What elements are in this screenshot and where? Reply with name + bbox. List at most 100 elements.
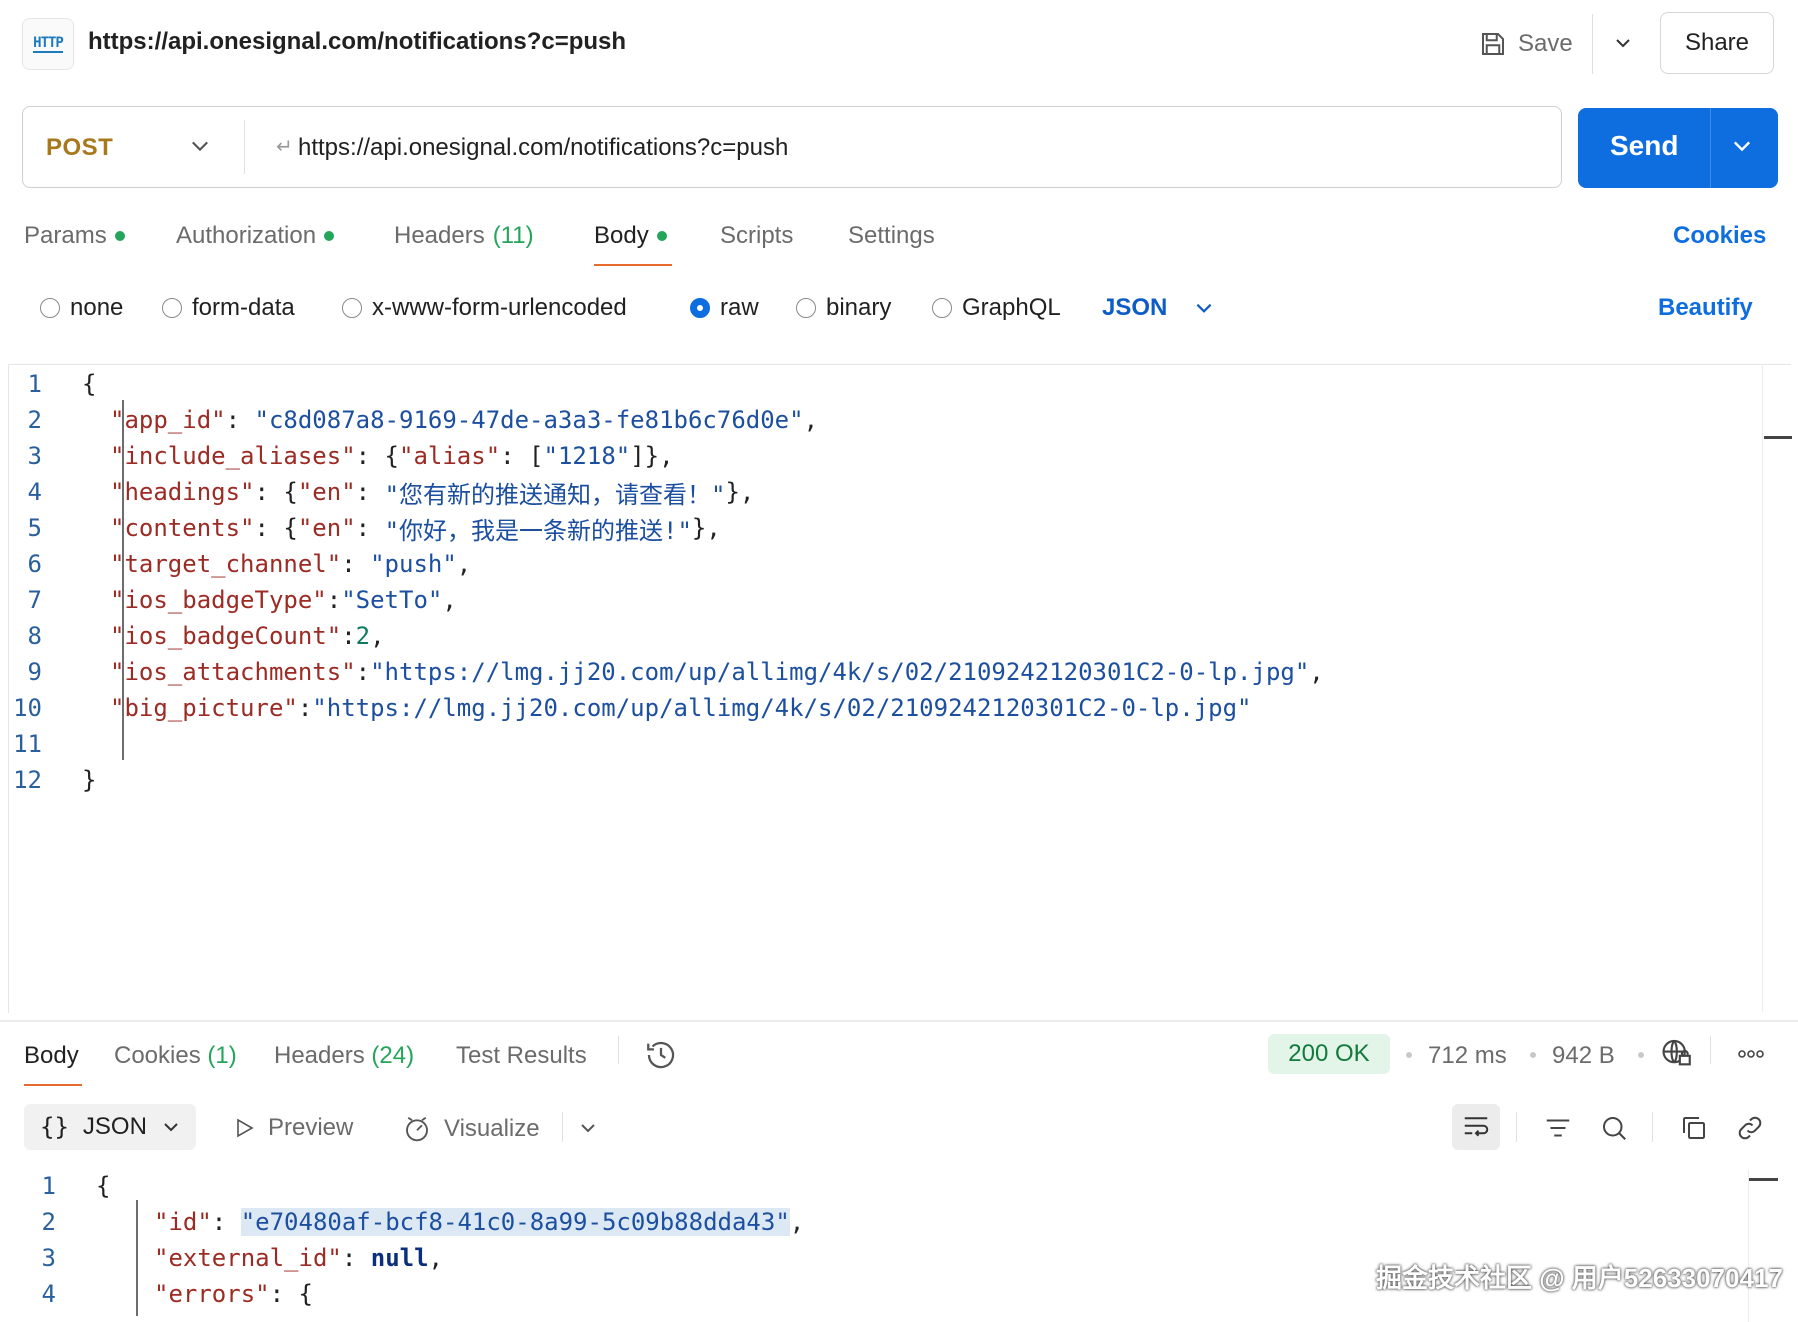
network-globe-lock-icon[interactable]: [1660, 1036, 1694, 1070]
meta-divider: [1710, 1036, 1711, 1064]
line-number: 6: [27, 550, 42, 578]
line-number: 7: [27, 586, 42, 614]
json-string: e70480af-bcf8-41c0-8a99-5c09b88dda43: [255, 1208, 776, 1236]
body-format-select[interactable]: JSON: [1102, 294, 1215, 322]
radio-circle: [796, 298, 816, 318]
chevron-down-icon: [1616, 39, 1630, 48]
preview-label: Preview: [268, 1114, 354, 1141]
search-button[interactable]: [1598, 1112, 1630, 1144]
watermark: 掘金技术社区 @ 用户52633070417: [1376, 1263, 1783, 1293]
link-icon: [1738, 1116, 1762, 1140]
request-title[interactable]: https://api.onesignal.com/notifications?…: [88, 28, 626, 56]
response-tab-cookies[interactable]: Cookies (1): [114, 1042, 237, 1070]
save-button[interactable]: Save: [1478, 20, 1573, 68]
radio-circle-selected: [690, 298, 710, 318]
json-string: "你好，我是一条新的推送!": [384, 516, 692, 545]
tab-scripts[interactable]: Scripts: [720, 222, 793, 250]
code-line: 10 "big_picture": "https://lmg.jj20.com/up…: [0, 690, 1251, 726]
response-scrollbar[interactable]: [1748, 1178, 1778, 1181]
tab-count: (1): [207, 1042, 237, 1069]
radio-label: none: [70, 294, 124, 321]
wrap-lines-button[interactable]: [1452, 1104, 1500, 1150]
tab-body[interactable]: Body: [594, 222, 667, 250]
radio-none[interactable]: none: [40, 294, 123, 322]
filter-button[interactable]: [1542, 1112, 1574, 1144]
method-divider: [244, 120, 245, 174]
beautify-button[interactable]: Beautify: [1658, 294, 1753, 322]
json-null: null: [370, 1244, 429, 1272]
copy-button[interactable]: [1678, 1112, 1710, 1144]
code-line: 3 "include_aliases": {"alias": ["1218"]},: [0, 438, 674, 474]
tab-count: (11): [492, 222, 534, 249]
response-size[interactable]: 942 B: [1552, 1042, 1615, 1070]
tab-label: Cookies: [114, 1042, 201, 1069]
http-request-icon: HTTP: [22, 18, 74, 70]
visualize-button[interactable]: Visualize: [402, 1114, 540, 1144]
json-key: "ios_badgeCount": [110, 622, 342, 650]
chevron-down-icon[interactable]: [578, 1118, 598, 1138]
json-key: "app_id": [110, 406, 226, 434]
toolbar-divider: [1516, 1112, 1517, 1142]
json-key: "id": [154, 1208, 212, 1236]
method-select[interactable]: POST: [46, 134, 113, 162]
json-string: "SetTo": [341, 586, 443, 614]
editor-scrollbar[interactable]: [1764, 436, 1792, 439]
tab-headers[interactable]: Headers (11): [394, 222, 534, 250]
radio-raw[interactable]: raw: [690, 294, 759, 322]
radio-urlencoded[interactable]: x-www-form-urlencoded: [342, 294, 627, 322]
tab-authorization[interactable]: Authorization: [176, 222, 335, 250]
response-tab-test-results[interactable]: Test Results: [456, 1042, 587, 1070]
line-number: 8: [27, 622, 42, 650]
preview-button[interactable]: Preview: [232, 1114, 353, 1142]
line-number: 1: [27, 370, 42, 398]
code-line: 5 "contents": {"en": "你好，我是一条新的推送!"},: [0, 510, 721, 546]
radio-circle: [162, 298, 182, 318]
search-icon: [1603, 1117, 1626, 1140]
filter-icon: [1546, 1119, 1570, 1137]
cookies-link[interactable]: Cookies: [1673, 222, 1766, 250]
tab-label: Settings: [848, 222, 935, 249]
tab-label: Headers: [394, 222, 485, 249]
response-tab-headers[interactable]: Headers (24): [274, 1042, 414, 1070]
active-tab-indicator: [594, 264, 672, 266]
line-number: 2: [41, 1208, 56, 1236]
radio-form-data[interactable]: form-data: [162, 294, 295, 322]
code-line: 7 "ios_badgeType": "SetTo",: [0, 582, 457, 618]
json-key: "big_picture": [110, 694, 298, 722]
code-line: 4 "headings": {"en": "您有新的推送通知，请查看！"},: [0, 474, 755, 510]
code-line: 3 "external_id": null,: [0, 1240, 443, 1276]
response-format-select[interactable]: {} JSON: [24, 1104, 196, 1150]
tab-settings[interactable]: Settings: [848, 222, 935, 250]
response-divider[interactable]: [0, 1020, 1798, 1022]
status-dot: [114, 231, 125, 241]
line-number: 4: [41, 1280, 56, 1308]
url-input[interactable]: https://api.onesignal.com/notifications?…: [298, 134, 788, 162]
response-time[interactable]: 712 ms: [1428, 1042, 1507, 1070]
link-button[interactable]: [1734, 1112, 1766, 1144]
history-icon[interactable]: [644, 1038, 678, 1072]
code-line: 8 "ios_badgeCount":2,: [0, 618, 385, 654]
radio-label: form-data: [192, 294, 295, 321]
radio-binary[interactable]: binary: [796, 294, 891, 322]
more-options-icon[interactable]: [1736, 1044, 1766, 1064]
line-number: 4: [27, 478, 42, 506]
send-options-chevron-icon[interactable]: [1730, 134, 1754, 158]
send-divider: [1710, 108, 1711, 188]
url-bar: [22, 106, 1562, 188]
save-options-dropdown[interactable]: [1608, 28, 1638, 58]
radio-label: x-www-form-urlencoded: [372, 294, 627, 321]
chevron-down-icon[interactable]: [188, 134, 212, 158]
tab-params[interactable]: Params: [24, 222, 125, 250]
tab-count: (24): [371, 1042, 415, 1069]
radio-circle: [342, 298, 362, 318]
share-button[interactable]: Share: [1660, 12, 1774, 74]
response-tab-body[interactable]: Body: [24, 1042, 79, 1070]
visualize-label: Visualize: [444, 1115, 540, 1142]
code-line: 12}: [0, 762, 96, 798]
response-scroll-track: [1748, 1170, 1749, 1322]
code-line: 1{: [0, 366, 97, 402]
status-badge[interactable]: 200 OK: [1268, 1034, 1390, 1074]
save-label: Save: [1518, 30, 1573, 57]
radio-graphql[interactable]: GraphQL: [932, 294, 1061, 322]
send-label[interactable]: Send: [1610, 130, 1678, 162]
